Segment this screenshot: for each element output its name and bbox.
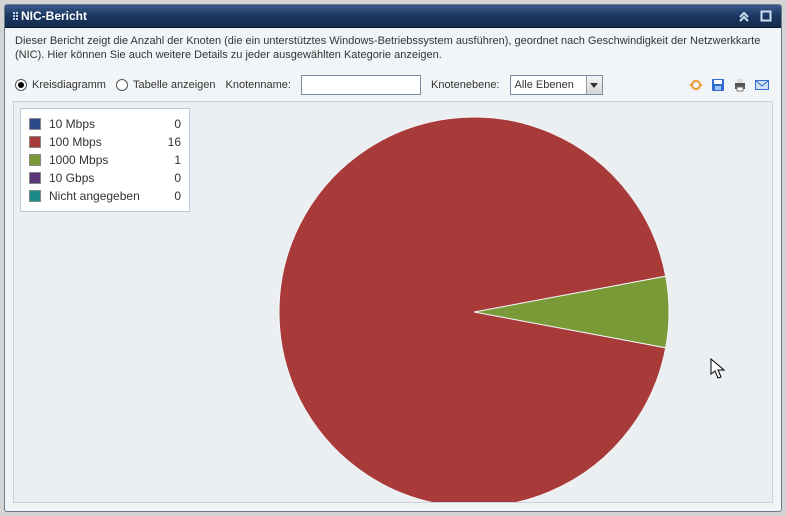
action-icons [687, 76, 771, 94]
legend-label: 100 Mbps [49, 135, 157, 149]
legend-item[interactable]: 10 Mbps 0 [29, 115, 181, 133]
legend-label: 10 Mbps [49, 117, 157, 131]
report-window: NIC-Bericht Dieser Bericht zeigt die Anz… [4, 4, 782, 512]
report-description: Dieser Bericht zeigt die Anzahl der Knot… [5, 28, 781, 71]
legend-value: 0 [165, 189, 181, 203]
swatch-icon [29, 154, 41, 166]
window-title: NIC-Bericht [21, 9, 87, 23]
legend-value: 16 [165, 135, 181, 149]
legend: 10 Mbps 0 100 Mbps 16 1000 Mbps 1 10 Gbp… [20, 108, 190, 212]
nodename-input[interactable] [301, 75, 421, 95]
cursor-icon [710, 358, 728, 380]
nodelevel-value: Alle Ebenen [511, 76, 586, 94]
view-pie-label: Kreisdiagramm [32, 79, 106, 91]
legend-item[interactable]: 1000 Mbps 1 [29, 151, 181, 169]
titlebar: NIC-Bericht [5, 5, 781, 28]
legend-value: 0 [165, 117, 181, 131]
radio-icon [116, 79, 128, 91]
toolbar: Kreisdiagramm Tabelle anzeigen Knotennam… [5, 71, 781, 101]
chevron-down-icon [586, 76, 602, 94]
nodelevel-label: Knotenebene: [431, 79, 500, 91]
view-table-label: Tabelle anzeigen [133, 79, 216, 91]
nodename-label: Knotenname: [226, 79, 291, 91]
chart-area: 10 Mbps 0 100 Mbps 16 1000 Mbps 1 10 Gbp… [13, 101, 773, 503]
legend-item[interactable]: 10 Gbps 0 [29, 169, 181, 187]
legend-label: 10 Gbps [49, 171, 157, 185]
legend-item[interactable]: Nicht angegeben 0 [29, 187, 181, 205]
legend-value: 1 [165, 153, 181, 167]
swatch-icon [29, 118, 41, 130]
view-pie-radio[interactable]: Kreisdiagramm [15, 79, 106, 91]
maximize-button[interactable] [759, 9, 773, 23]
print-button[interactable] [731, 76, 749, 94]
grip-icon [13, 12, 15, 20]
legend-label: Nicht angegeben [49, 189, 157, 203]
swatch-icon [29, 190, 41, 202]
pie-chart [274, 112, 674, 503]
refresh-button[interactable] [687, 76, 705, 94]
save-button[interactable] [709, 76, 727, 94]
legend-value: 0 [165, 171, 181, 185]
collapse-button[interactable] [737, 9, 751, 23]
view-table-radio[interactable]: Tabelle anzeigen [116, 79, 216, 91]
legend-item[interactable]: 100 Mbps 16 [29, 133, 181, 151]
nodelevel-select[interactable]: Alle Ebenen [510, 75, 603, 95]
radio-icon [15, 79, 27, 91]
email-button[interactable] [753, 76, 771, 94]
swatch-icon [29, 136, 41, 148]
swatch-icon [29, 172, 41, 184]
legend-label: 1000 Mbps [49, 153, 157, 167]
